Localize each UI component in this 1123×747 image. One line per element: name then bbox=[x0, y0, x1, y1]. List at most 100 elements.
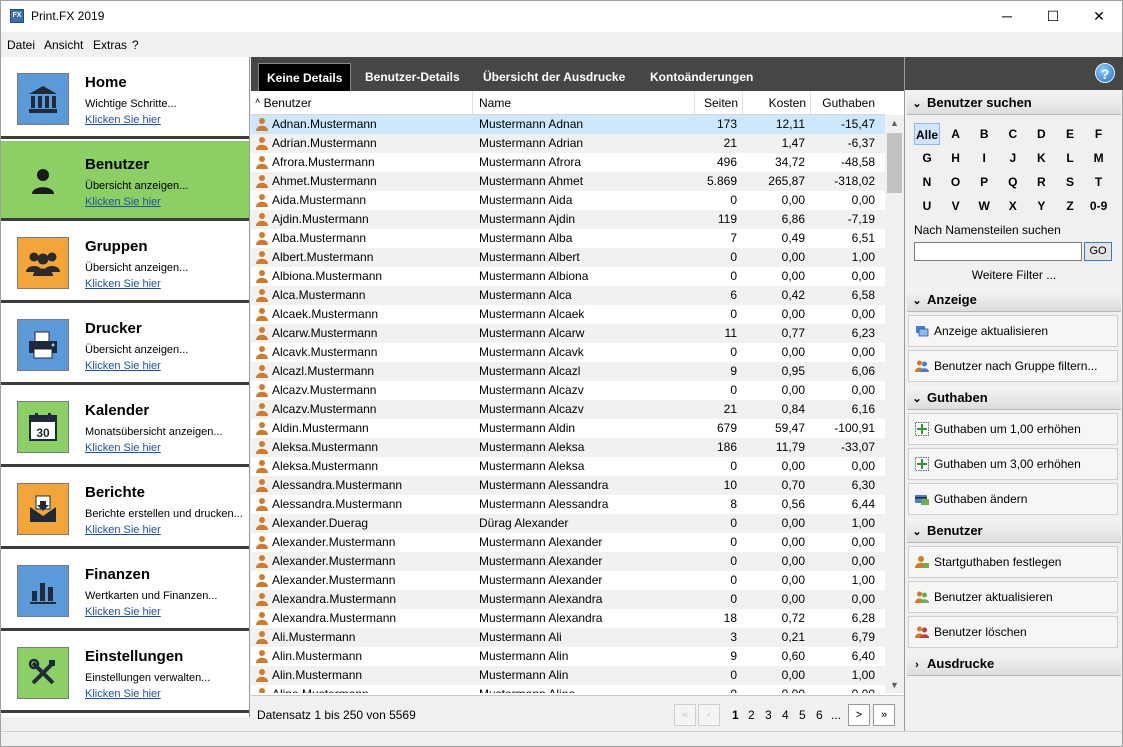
table-row[interactable]: Alexander.Mustermann Mustermann Alexander… bbox=[251, 533, 885, 552]
table-row[interactable]: Alessandra.Mustermann Mustermann Alessand… bbox=[251, 476, 885, 495]
nav-link[interactable]: Klicken Sie hier bbox=[85, 688, 161, 700]
table-row[interactable]: Aline.Mustermann Mustermann Aline 0 0,00 0,0… bbox=[251, 685, 885, 693]
letter-filter-r[interactable]: R bbox=[1028, 171, 1054, 193]
search-input[interactable] bbox=[914, 242, 1082, 261]
table-row[interactable]: Alexandra.Mustermann Mustermann Alexandra… bbox=[251, 609, 885, 628]
menu-extras[interactable]: Extras bbox=[93, 38, 127, 52]
letter-filter-n[interactable]: N bbox=[914, 171, 940, 193]
page-1[interactable]: 1 bbox=[732, 708, 739, 722]
column-header-name[interactable]: Name bbox=[473, 91, 695, 115]
letter-filter-c[interactable]: C bbox=[1000, 123, 1026, 145]
nav-link[interactable]: Klicken Sie hier bbox=[85, 360, 161, 372]
page-3[interactable]: 3 bbox=[765, 708, 772, 722]
nav-item-berichte[interactable]: Berichte Berichte erstellen und drucken.… bbox=[1, 469, 249, 549]
letter-filter-alle[interactable]: Alle bbox=[914, 123, 940, 145]
tab-keine-details[interactable]: Keine Details bbox=[258, 63, 352, 91]
credit-plus-3-button[interactable]: Guthaben um 3,00 erhöhen bbox=[908, 448, 1118, 480]
letter-filter-i[interactable]: I bbox=[971, 147, 997, 169]
nav-link[interactable]: Klicken Sie hier bbox=[85, 114, 161, 126]
last-page-button[interactable]: » bbox=[873, 704, 895, 726]
change-credit-button[interactable]: Guthaben ändern bbox=[908, 483, 1118, 515]
letter-filter-w[interactable]: W bbox=[971, 195, 997, 217]
letter-filter-k[interactable]: K bbox=[1028, 147, 1054, 169]
letter-filter-s[interactable]: S bbox=[1057, 171, 1083, 193]
maximize-button[interactable]: ☐ bbox=[1030, 1, 1076, 32]
next-page-button[interactable]: > bbox=[848, 704, 870, 726]
table-row[interactable]: Alessandra.Mustermann Mustermann Alessand… bbox=[251, 495, 885, 514]
letter-filter-a[interactable]: A bbox=[943, 123, 969, 145]
nav-link[interactable]: Klicken Sie hier bbox=[85, 196, 161, 208]
nav-item-einstellungen[interactable]: Einstellungen Einstellungen verwalten...… bbox=[1, 633, 249, 713]
table-row[interactable]: Alin.Mustermann Mustermann Alin 0 0,00 1,00 bbox=[251, 666, 885, 685]
nav-link[interactable]: Klicken Sie hier bbox=[85, 606, 161, 618]
nav-item-kalender[interactable]: 30 Kalender Monatsübersicht anzeigen... … bbox=[1, 387, 249, 467]
close-button[interactable]: ✕ bbox=[1076, 1, 1122, 32]
section-benutzer-suchen[interactable]: ⌄ Benutzer suchen bbox=[907, 91, 1121, 115]
more-filters-link[interactable]: Weitere Filter ... bbox=[905, 268, 1123, 282]
minimize-button[interactable]: ─ bbox=[984, 1, 1030, 32]
table-row[interactable]: Ajdin.Mustermann Mustermann Ajdin 119 6,86 -… bbox=[251, 210, 885, 229]
letter-filter-g[interactable]: G bbox=[914, 147, 940, 169]
page-4[interactable]: 4 bbox=[782, 708, 789, 722]
page-2[interactable]: 2 bbox=[748, 708, 755, 722]
section-benutzer[interactable]: ⌄ Benutzer bbox=[907, 519, 1121, 543]
letter-filter-z[interactable]: Z bbox=[1057, 195, 1083, 217]
nav-item-benutzer[interactable]: Benutzer Übersicht anzeigen... Klicken S… bbox=[1, 141, 249, 221]
table-row[interactable]: Alcarw.Mustermann Mustermann Alcarw 11 0,77… bbox=[251, 324, 885, 343]
letter-filter-t[interactable]: T bbox=[1086, 171, 1112, 193]
tab-kontoaenderungen[interactable]: Kontoänderungen bbox=[642, 63, 761, 91]
section-guthaben[interactable]: ⌄ Guthaben bbox=[907, 386, 1121, 410]
page-5[interactable]: 5 bbox=[799, 708, 806, 722]
filter-by-group-button[interactable]: Benutzer nach Gruppe filtern... bbox=[908, 350, 1118, 382]
first-page-button[interactable]: « bbox=[674, 704, 696, 726]
column-header-pages[interactable]: Seiten bbox=[695, 91, 743, 115]
table-row[interactable]: Adnan.Mustermann Mustermann Adnan 173 12,11… bbox=[251, 115, 885, 134]
nav-link[interactable]: Klicken Sie hier bbox=[85, 524, 161, 536]
letter-filter-v[interactable]: V bbox=[943, 195, 969, 217]
table-row[interactable]: Alexander.Mustermann Mustermann Alexander… bbox=[251, 552, 885, 571]
delete-users-button[interactable]: Benutzer löschen bbox=[908, 616, 1118, 648]
column-header-user[interactable]: ˄ Benutzer bbox=[251, 91, 473, 115]
nav-item-drucker[interactable]: Drucker Übersicht anzeigen... Klicken Si… bbox=[1, 305, 249, 385]
go-button[interactable]: GO bbox=[1084, 242, 1112, 261]
letter-filter-h[interactable]: H bbox=[943, 147, 969, 169]
table-row[interactable]: Alexandra.Mustermann Mustermann Alexandra… bbox=[251, 590, 885, 609]
menu-ansicht[interactable]: Ansicht bbox=[44, 38, 83, 52]
page-6[interactable]: 6 bbox=[816, 708, 823, 722]
letter-filter-m[interactable]: M bbox=[1086, 147, 1112, 169]
table-row[interactable]: Alcavk.Mustermann Mustermann Alcavk 0 0,00 0… bbox=[251, 343, 885, 362]
table-row[interactable]: Ahmet.Mustermann Mustermann Ahmet 5.869 265… bbox=[251, 172, 885, 191]
nav-link[interactable]: Klicken Sie hier bbox=[85, 442, 161, 454]
section-anzeige[interactable]: ⌄ Anzeige bbox=[907, 288, 1121, 312]
letter-filter-d[interactable]: D bbox=[1028, 123, 1054, 145]
page-ellipsis[interactable]: ... bbox=[831, 708, 841, 722]
letter-filter-f[interactable]: F bbox=[1086, 123, 1112, 145]
prev-page-button[interactable]: ‹ bbox=[698, 704, 720, 726]
letter-filter-e[interactable]: E bbox=[1057, 123, 1083, 145]
table-row[interactable]: Alca.Mustermann Mustermann Alca 6 0,42 6,58 bbox=[251, 286, 885, 305]
credit-plus-1-button[interactable]: Guthaben um 1,00 erhöhen bbox=[908, 413, 1118, 445]
letter-filter-x[interactable]: X bbox=[1000, 195, 1026, 217]
table-row[interactable]: Alcazv.Mustermann Mustermann Alcazv 0 0,00 0… bbox=[251, 381, 885, 400]
letter-filter-0-9[interactable]: 0-9 bbox=[1086, 195, 1112, 217]
letter-filter-q[interactable]: Q bbox=[1000, 171, 1026, 193]
table-row[interactable]: Adrian.Mustermann Mustermann Adrian 21 1,47… bbox=[251, 134, 885, 153]
update-users-button[interactable]: Benutzer aktualisieren bbox=[908, 581, 1118, 613]
letter-filter-u[interactable]: U bbox=[914, 195, 940, 217]
nav-item-gruppen[interactable]: Gruppen Übersicht anzeigen... Klicken Si… bbox=[1, 223, 249, 303]
letter-filter-p[interactable]: P bbox=[971, 171, 997, 193]
table-row[interactable]: Aleksa.Mustermann Mustermann Aleksa 0 0,00 0… bbox=[251, 457, 885, 476]
table-row[interactable]: Alin.Mustermann Mustermann Alin 9 0,60 6,40 bbox=[251, 647, 885, 666]
menu-datei[interactable]: Datei bbox=[7, 38, 35, 52]
tab-uebersicht-ausdrucke[interactable]: Übersicht der Ausdrucke bbox=[475, 63, 633, 91]
set-start-credit-button[interactable]: Startguthaben festlegen bbox=[908, 546, 1118, 578]
letter-filter-o[interactable]: O bbox=[943, 171, 969, 193]
letter-filter-j[interactable]: J bbox=[1000, 147, 1026, 169]
table-row[interactable]: Ali.Mustermann Mustermann Ali 3 0,21 6,79 bbox=[251, 628, 885, 647]
table-row[interactable]: Alexander.Duerag Dürag Alexander 0 0,00 1,00 bbox=[251, 514, 885, 533]
table-row[interactable]: Alcazv.Mustermann Mustermann Alcazv 21 0,84… bbox=[251, 400, 885, 419]
letter-filter-y[interactable]: Y bbox=[1028, 195, 1054, 217]
table-row[interactable]: Albiona.Mustermann Mustermann Albiona 0 0,0… bbox=[251, 267, 885, 286]
menu-help[interactable]: ? bbox=[132, 38, 139, 52]
table-row[interactable]: Aida.Mustermann Mustermann Aida 0 0,00 0,00 bbox=[251, 191, 885, 210]
